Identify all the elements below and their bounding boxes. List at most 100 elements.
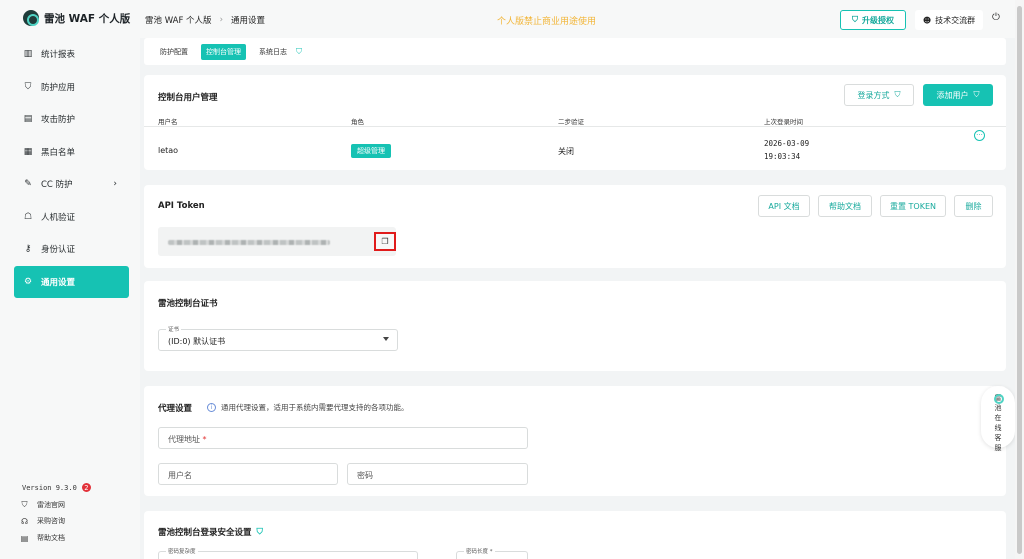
field-label: 证书 [166, 325, 182, 333]
section-title: 雷池控制台证书 [158, 299, 218, 309]
help-docs-button[interactable]: 帮助文档 [818, 195, 872, 217]
list-icon: ▦ [23, 146, 33, 157]
section-title: API Token [158, 201, 205, 211]
api-docs-button[interactable]: API 文档 [758, 195, 810, 217]
role-badge: 超级管理 [351, 144, 391, 158]
shield-icon: ⛉ [21, 500, 28, 509]
login-method-button[interactable]: 登录方式 ⛉ [844, 84, 914, 106]
column-header: 二步验证 [558, 118, 584, 126]
username-cell: letao [158, 146, 179, 155]
sidebar-item-general-settings[interactable]: ⚙ 通用设置 [14, 265, 129, 298]
sidebar-item-label: 黑白名单 [41, 147, 76, 158]
section-title: 代理设置 [158, 404, 193, 414]
certificate-select[interactable]: 证书 (ID:0) 默认证书 [158, 325, 398, 351]
sidebar-item-attack-protection[interactable]: ▤ 攻击防护 [14, 103, 129, 136]
sidebar-item-captcha[interactable]: ☖ 人机验证 [14, 201, 129, 234]
app-logo[interactable]: 雷池 WAF 个人版 [23, 10, 130, 26]
upgrade-license-button[interactable]: ⛉ 升级授权 [840, 10, 906, 30]
reset-token-button[interactable]: 重置 TOKEN [880, 195, 946, 217]
two-factor-cell: 关闭 [558, 147, 574, 156]
link-label: 雷池官网 [37, 501, 65, 509]
scrollbar-thumb[interactable] [1017, 6, 1022, 554]
required-mark: * [202, 435, 207, 444]
license-notice: 个人版禁止商业用途使用 [497, 17, 597, 27]
breadcrumb-current: 通用设置 [230, 16, 265, 26]
proxy-info: i 通用代理设置，适用于系统内需要代理支持的各项功能。 [207, 402, 409, 413]
link-purchase[interactable]: ☊ 采购咨询 [20, 516, 65, 526]
placeholder-text: 密码 [357, 471, 373, 480]
token-display: ❐ [158, 227, 396, 256]
proxy-password-input[interactable]: 密码 [347, 463, 528, 485]
column-header: 用户名 [158, 118, 178, 126]
sidebar-item-statistics[interactable]: ▥ 统计报表 [14, 38, 129, 71]
password-complexity-select[interactable]: 密码复杂度 [158, 547, 418, 559]
field-label: 密码复杂度 [166, 547, 198, 555]
sidebar-item-cc-protection[interactable]: ✎ CC 防护 › [14, 168, 129, 201]
password-length-input[interactable]: 密码长度 * [456, 547, 528, 559]
link-official-site[interactable]: ⛉ 雷池官网 [20, 500, 66, 510]
add-user-button[interactable]: 添加用户 ⛉ [923, 84, 993, 106]
chevron-right-icon: › [219, 15, 223, 25]
tech-community-button[interactable]: ☻ 技术交流群 [915, 10, 983, 30]
console-certificate-card: 雷池控制台证书 证书 (ID:0) 默认证书 [144, 281, 1006, 371]
sidebar: 雷池 WAF 个人版 ▥ 统计报表 ⛉ 防护应用 ▤ 攻击防护 ▦ 黑白名单 ✎… [0, 0, 140, 559]
online-support-button[interactable]: 雷池在线客服 [981, 386, 1015, 452]
upgrade-icon: ⛉ [296, 46, 302, 56]
placeholder-text: 用户名 [168, 471, 192, 480]
masked-token [168, 240, 330, 245]
sidebar-item-allow-block-list[interactable]: ▦ 黑白名单 [14, 136, 129, 169]
link-help-docs[interactable]: ▤ 帮助文档 [20, 533, 65, 543]
sidebar-item-label: 统计报表 [41, 50, 76, 61]
sidebar-item-label: 身份认证 [41, 245, 76, 256]
more-options-icon[interactable]: ··· [974, 130, 985, 141]
link-label: 帮助文档 [37, 534, 65, 542]
sidebar-item-identity-auth[interactable]: ⚷ 身份认证 [14, 233, 129, 266]
users-table-header: 用户名 角色 二步验证 上次登录时间 [144, 116, 1006, 127]
logout-icon[interactable]: ⏻ [992, 12, 1000, 23]
proxy-address-input[interactable]: 代理地址 * [158, 427, 528, 449]
tab-system-logs[interactable]: 系统日志 [254, 44, 292, 60]
placeholder-text: 代理地址 [168, 435, 200, 444]
last-login-time: 19:03:34 [764, 152, 801, 161]
sidebar-item-protected-apps[interactable]: ⛉ 防护应用 [14, 71, 129, 104]
settings-icon: ⚙ [23, 276, 33, 287]
copy-icon[interactable]: ❐ [374, 232, 396, 251]
shield-icon: ⛉ [24, 81, 32, 92]
upgrade-icon: ⛉ [973, 90, 980, 99]
breadcrumb: 雷池 WAF 个人版 › 通用设置 [145, 14, 265, 26]
sidebar-item-label: CC 防护 [41, 180, 73, 191]
version-info[interactable]: Version 9.3.0 2 [22, 483, 91, 492]
sidebar-item-label: 通用设置 [41, 277, 76, 288]
upgrade-icon: ⛉ [894, 90, 901, 99]
section-title: 雷池控制台登录安全设置 ⛉ [158, 527, 263, 538]
bar-chart-icon: ▥ [23, 49, 33, 60]
breadcrumb-root[interactable]: 雷池 WAF 个人版 [145, 14, 212, 26]
field-label: 密码长度 * [464, 547, 495, 555]
info-icon: i [207, 403, 216, 412]
topbar: 雷池 WAF 个人版 › 通用设置 个人版禁止商业用途使用 ⛉ 升级授权 ☻ 技… [140, 0, 1024, 38]
delete-token-button[interactable]: 删除 [954, 195, 993, 217]
users-icon: ☻ [922, 15, 932, 25]
last-login-date: 2026-03-09 [764, 139, 810, 148]
tab-protection-config[interactable]: 防护配置 [155, 44, 193, 60]
version-text: Version 9.3.0 [22, 483, 77, 492]
console-users-card: 控制台用户管理 登录方式 ⛉ 添加用户 ⛉ 用户名 角色 二步验证 上次登录时间… [144, 75, 1006, 170]
proxy-username-input[interactable]: 用户名 [158, 463, 338, 485]
column-header: 角色 [351, 118, 364, 126]
doc-icon: ▤ [20, 533, 29, 543]
column-header: 上次登录时间 [764, 118, 803, 126]
sidebar-nav: ▥ 统计报表 ⛉ 防护应用 ▤ 攻击防护 ▦ 黑白名单 ✎ CC 防护 › ☖ … [14, 38, 129, 298]
upgrade-icon: ⛉ [256, 527, 263, 537]
app-name: 雷池 WAF 个人版 [44, 12, 131, 25]
sidebar-item-label: 攻击防护 [41, 115, 76, 126]
chevron-right-icon: › [113, 179, 117, 190]
upgrade-icon: ⛉ [852, 15, 858, 24]
section-title: 控制台用户管理 [158, 93, 218, 103]
settings-tabs: 防护配置 控制台管理 系统日志 ⛉ [144, 38, 1006, 65]
link-label: 采购咨询 [37, 517, 65, 525]
sidebar-item-label: 防护应用 [41, 82, 76, 93]
login-security-card: 雷池控制台登录安全设置 ⛉ 密码复杂度 密码长度 * [144, 511, 1006, 559]
key-icon: ⚷ [24, 244, 32, 255]
caret-down-icon [383, 337, 389, 341]
tab-console-management[interactable]: 控制台管理 [201, 43, 246, 60]
